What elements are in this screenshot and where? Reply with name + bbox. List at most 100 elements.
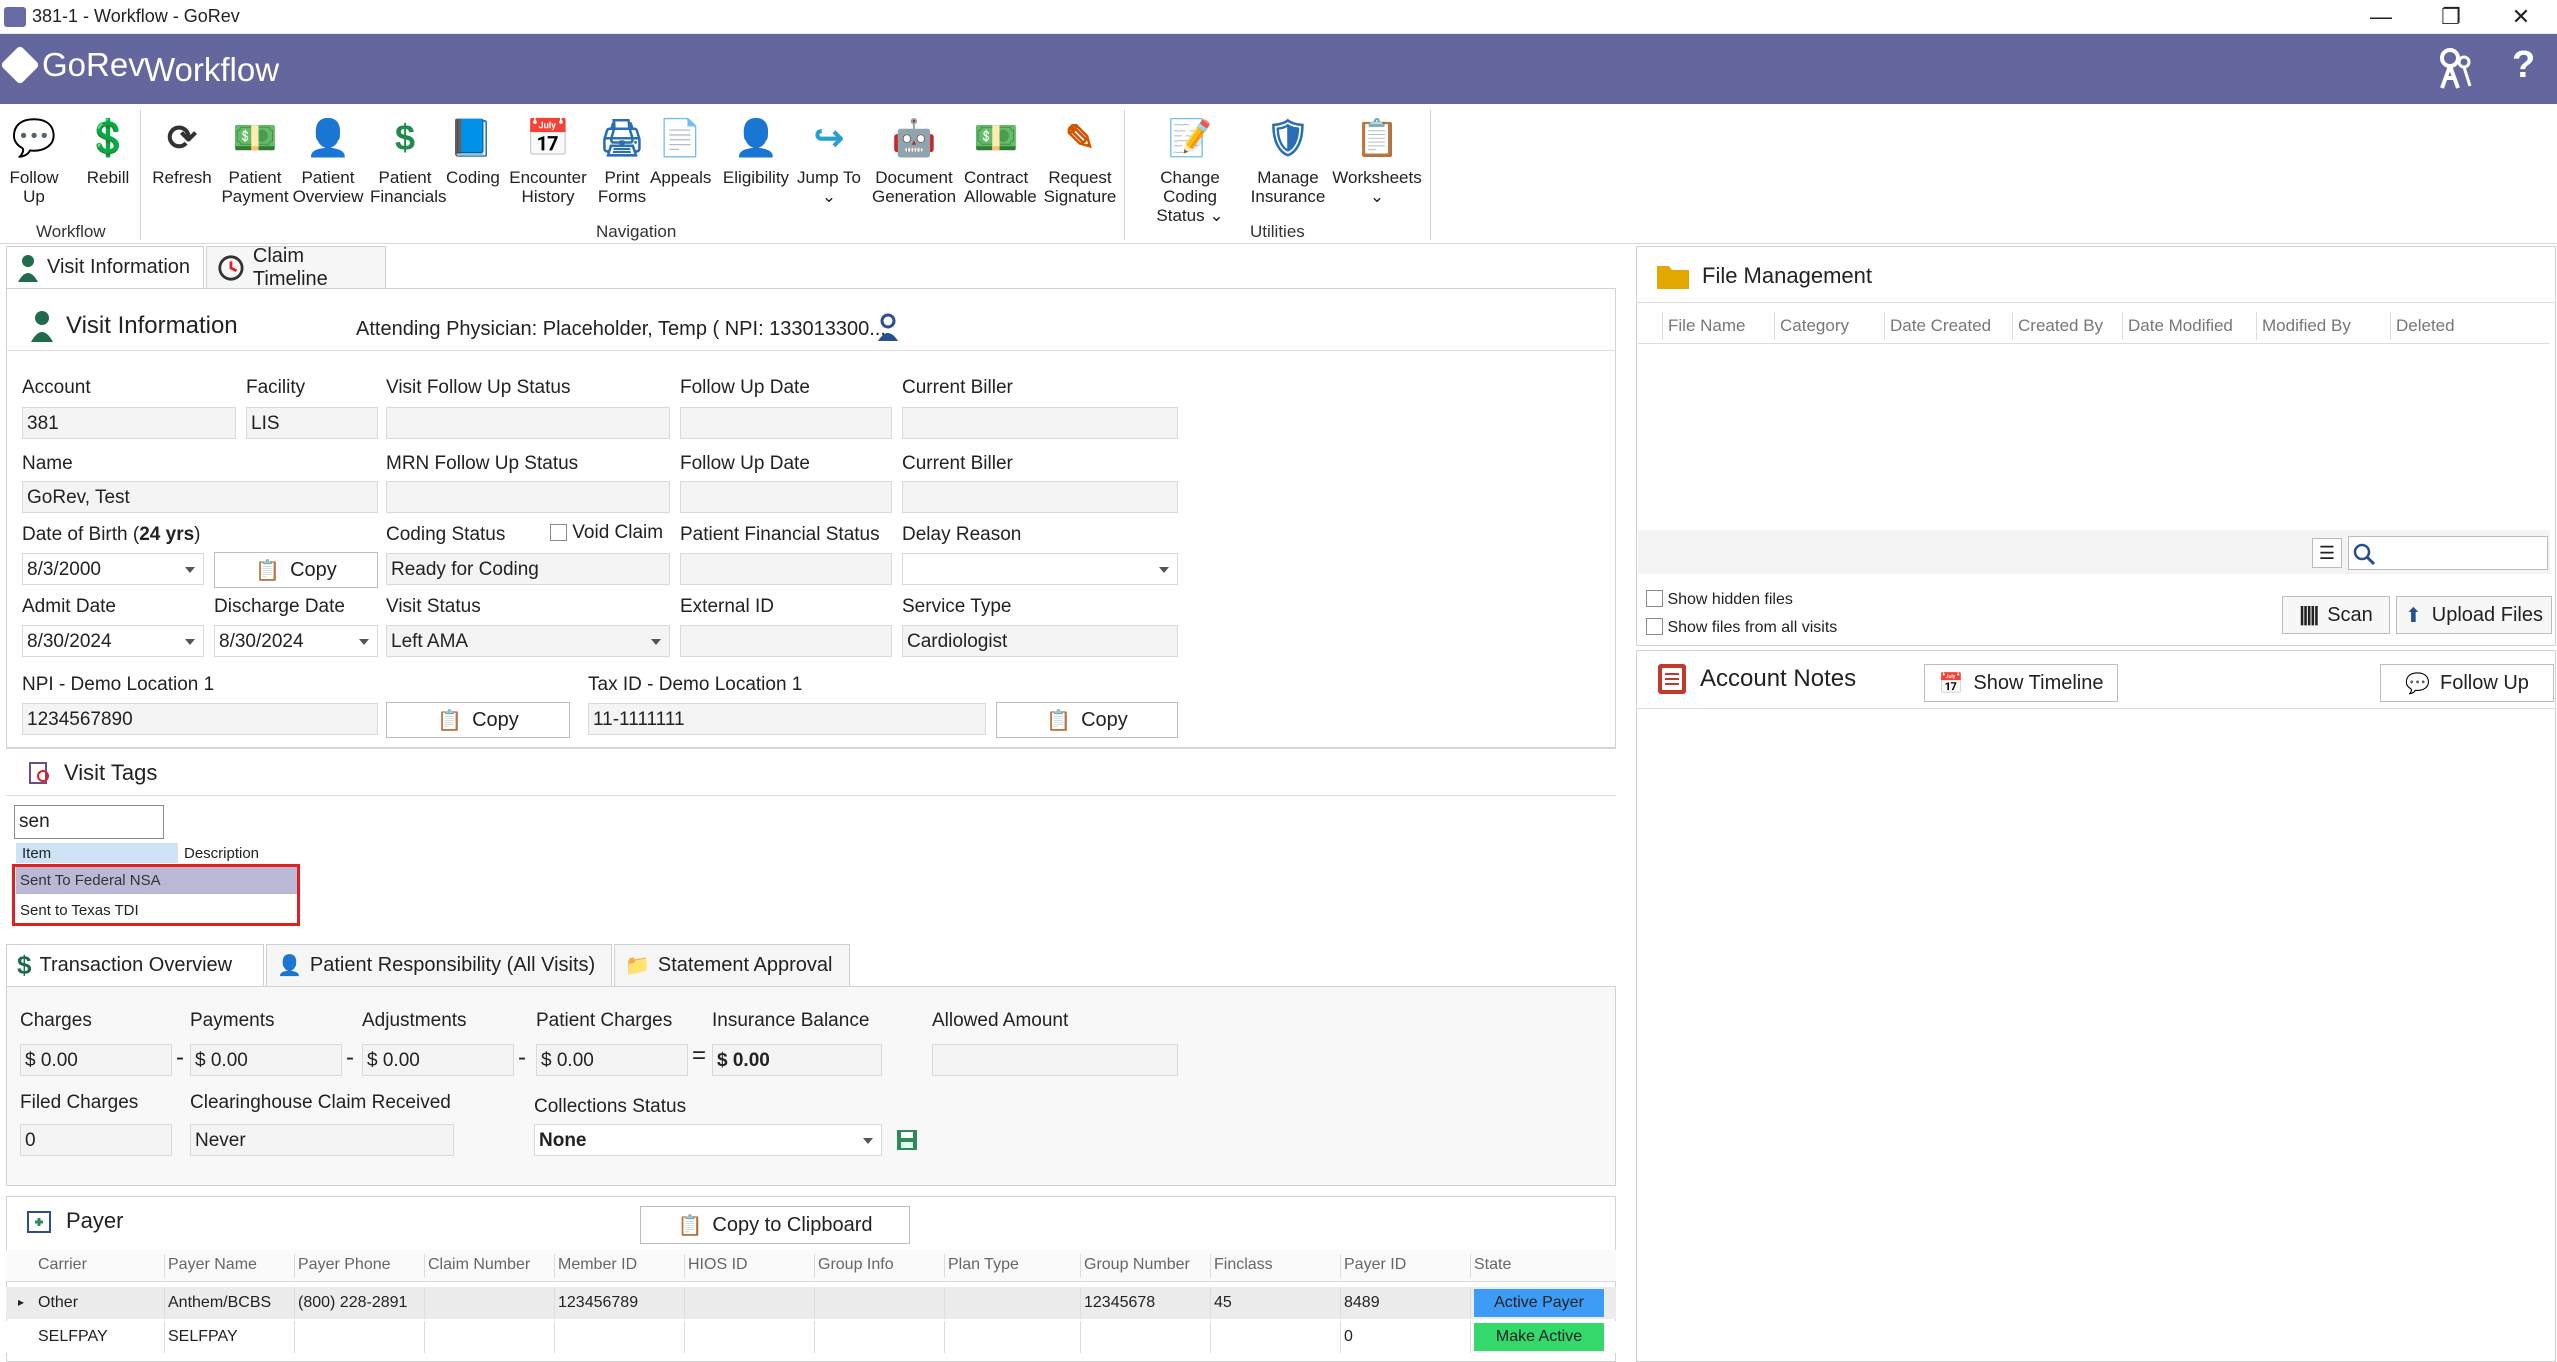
close-button[interactable]: ✕ bbox=[2498, 2, 2544, 32]
tab-visit-information[interactable]: Visit Information bbox=[6, 246, 204, 288]
payer-column-header[interactable]: State bbox=[1474, 1256, 1511, 1274]
facility-field[interactable]: LIS bbox=[246, 407, 378, 439]
files-column-header[interactable]: Modified By bbox=[2262, 316, 2351, 336]
robot-icon: 🤖 bbox=[891, 116, 937, 158]
files-column-header[interactable]: Created By bbox=[2018, 316, 2103, 336]
ribbon-button-refresh[interactable]: ⟳ Refresh bbox=[150, 112, 214, 187]
copy-dob-button[interactable]: 📋 Copy bbox=[214, 552, 378, 588]
payer-column-header[interactable]: Carrier bbox=[38, 1256, 87, 1274]
ribbon-button-patient[interactable]: $ Patient Financials bbox=[370, 112, 447, 206]
scan-button[interactable]: ||||| Scan bbox=[2282, 596, 2390, 634]
payer-column-header[interactable]: Group Number bbox=[1084, 1256, 1190, 1274]
ribbon-button-patient[interactable]: 💵 Patient Payment bbox=[220, 112, 290, 206]
make-active-button[interactable]: Make Active bbox=[1474, 1323, 1604, 1351]
patient-financial-status-field[interactable] bbox=[680, 553, 892, 585]
tab-claim-timeline[interactable]: Claim Timeline bbox=[206, 245, 386, 290]
collections-status-select[interactable]: None bbox=[534, 1124, 882, 1156]
show-all-visits-checkbox[interactable]: Show files from all visits bbox=[1646, 618, 1837, 637]
ribbon-button-manage[interactable]: 🛡 Manage Insurance bbox=[1248, 112, 1328, 206]
external-id-field[interactable] bbox=[680, 625, 892, 657]
admit-date-field[interactable]: 8/30/2024 bbox=[22, 625, 204, 657]
dob-field[interactable]: 8/3/2000 bbox=[22, 553, 204, 585]
follow-up-button[interactable]: 💬 Follow Up bbox=[2380, 664, 2554, 702]
ribbon-button-appeals[interactable]: 📄 Appeals bbox=[650, 112, 711, 187]
delay-reason-label: Delay Reason bbox=[902, 524, 1022, 545]
files-search-input[interactable] bbox=[2348, 536, 2548, 570]
minimize-button[interactable]: — bbox=[2358, 2, 2404, 32]
tab-patient-responsibility[interactable]: 👤 Patient Responsibility (All Visits) bbox=[266, 944, 612, 986]
active-payer-button[interactable]: Active Payer bbox=[1474, 1289, 1604, 1317]
tab-statement-approval[interactable]: 📁 Statement Approval bbox=[614, 944, 850, 986]
copy-npi-button[interactable]: 📋 Copy bbox=[386, 702, 570, 738]
ribbon-button-worksheets[interactable]: 📋 Worksheets ⌄ bbox=[1330, 112, 1424, 206]
payer-row-selfpay[interactable]: SELFPAY SELFPAY 0 Make Active bbox=[6, 1321, 1616, 1353]
follow-up-date-field[interactable] bbox=[680, 407, 892, 439]
ribbon-label: ⌄ bbox=[1369, 187, 1385, 206]
files-column-header[interactable]: Date Modified bbox=[2128, 316, 2233, 336]
key-icon[interactable] bbox=[2436, 48, 2476, 100]
ribbon-button-rebill[interactable]: 💲 Rebill bbox=[78, 112, 138, 187]
current-biller-field-2[interactable] bbox=[902, 481, 1178, 513]
ribbon-button-request[interactable]: ✎ Request Signature bbox=[1040, 112, 1120, 206]
payer-column-header[interactable]: Plan Type bbox=[948, 1256, 1019, 1274]
delay-reason-select[interactable] bbox=[902, 553, 1178, 585]
files-column-header[interactable]: File Name bbox=[1668, 316, 1745, 336]
payer-column-header[interactable]: Payer ID bbox=[1344, 1256, 1406, 1274]
row-expander-icon[interactable]: ▸ bbox=[18, 1295, 24, 1309]
payer-cell-payer-name: Anthem/BCBS bbox=[168, 1294, 272, 1311]
ribbon-button-follow[interactable]: 💬 Follow Up bbox=[4, 112, 64, 206]
restore-button[interactable]: ❐ bbox=[2428, 2, 2474, 32]
payer-column-header[interactable]: HIOS ID bbox=[688, 1256, 748, 1274]
ribbon-button-contract[interactable]: 💵 Contract Allowable bbox=[964, 112, 1037, 206]
void-claim-checkbox[interactable]: Void Claim bbox=[550, 522, 663, 544]
service-type-field[interactable]: Cardiologist bbox=[902, 625, 1178, 657]
ribbon-button-print[interactable]: 🖨 Print Forms bbox=[592, 112, 652, 206]
name-field[interactable]: GoRev, Test bbox=[22, 481, 378, 513]
payer-column-header[interactable]: Payer Phone bbox=[298, 1256, 391, 1274]
payer-column-header[interactable]: Finclass bbox=[1214, 1256, 1273, 1274]
ribbon-button-jump-to[interactable]: ↪ Jump To ⌄ bbox=[794, 112, 864, 206]
npi-field[interactable]: 1234567890 bbox=[22, 703, 378, 735]
follow-up-date-field-2[interactable] bbox=[680, 481, 892, 513]
tags-header-description[interactable]: Description bbox=[178, 843, 302, 863]
ribbon-button-coding[interactable]: 📘 Coding bbox=[446, 112, 500, 187]
ribbon-button-patient[interactable]: 👤 Patient Overview bbox=[290, 112, 366, 206]
ribbon-label: Document bbox=[875, 168, 953, 187]
visit-follow-up-status-field[interactable] bbox=[386, 407, 670, 439]
current-biller-field[interactable] bbox=[902, 407, 1178, 439]
files-column-header[interactable]: Deleted bbox=[2396, 316, 2455, 336]
tab-transaction-overview[interactable]: $ Transaction Overview bbox=[6, 944, 264, 986]
show-hidden-files-checkbox[interactable]: Show hidden files bbox=[1646, 590, 1793, 609]
payer-column-header[interactable]: Payer Name bbox=[168, 1256, 257, 1274]
mrn-follow-up-status-field[interactable] bbox=[386, 481, 670, 513]
ribbon-button-eligibility[interactable]: 👤 Eligibility bbox=[718, 112, 794, 187]
upload-files-button[interactable]: ⬆ Upload Files bbox=[2396, 596, 2552, 634]
tags-header-item[interactable]: Item bbox=[16, 843, 178, 863]
allowed-amount-label: Allowed Amount bbox=[932, 1010, 1069, 1031]
discharge-date-field[interactable]: 8/30/2024 bbox=[214, 625, 378, 657]
payer-cell-phone: (800) 228-2891 bbox=[298, 1294, 408, 1311]
payer-column-header[interactable]: Claim Number bbox=[428, 1256, 530, 1274]
copy-tax-id-button[interactable]: 📋 Copy bbox=[996, 702, 1178, 738]
show-timeline-button[interactable]: 📅 Show Timeline bbox=[1924, 664, 2118, 702]
ribbon-button-encounter[interactable]: 📅 Encounter History bbox=[508, 112, 588, 206]
help-icon[interactable]: ? bbox=[2512, 44, 2535, 87]
ribbon-button-document[interactable]: 🤖 Document Generation bbox=[872, 112, 956, 206]
coding-status-field[interactable]: Ready for Coding bbox=[386, 553, 670, 585]
admit-date-label: Admit Date bbox=[22, 596, 116, 617]
save-icon[interactable] bbox=[896, 1129, 918, 1157]
copy-to-clipboard-button[interactable]: 📋 Copy to Clipboard bbox=[640, 1206, 910, 1244]
menu-icon[interactable]: ☰ bbox=[2312, 538, 2342, 568]
payer-column-header[interactable]: Group Info bbox=[818, 1256, 894, 1274]
physician-icon[interactable] bbox=[876, 313, 900, 349]
visit-tags-search-input[interactable]: sen bbox=[14, 805, 164, 839]
account-field[interactable]: 381 bbox=[22, 407, 236, 439]
payer-row-active[interactable]: ▸ Other Anthem/BCBS (800) 228-2891 123456789… bbox=[6, 1287, 1616, 1319]
files-column-header[interactable]: Category bbox=[1780, 316, 1849, 336]
visit-status-select[interactable]: Left AMA bbox=[386, 625, 670, 657]
payer-column-header[interactable]: Member ID bbox=[558, 1256, 637, 1274]
files-column-header[interactable]: Date Created bbox=[1890, 316, 1991, 336]
tax-id-field[interactable]: 11-1111111 bbox=[588, 703, 986, 735]
ribbon-label: Follow bbox=[9, 168, 59, 187]
ribbon-button-change-coding[interactable]: 📝 Change Coding Status ⌄ bbox=[1132, 112, 1248, 225]
